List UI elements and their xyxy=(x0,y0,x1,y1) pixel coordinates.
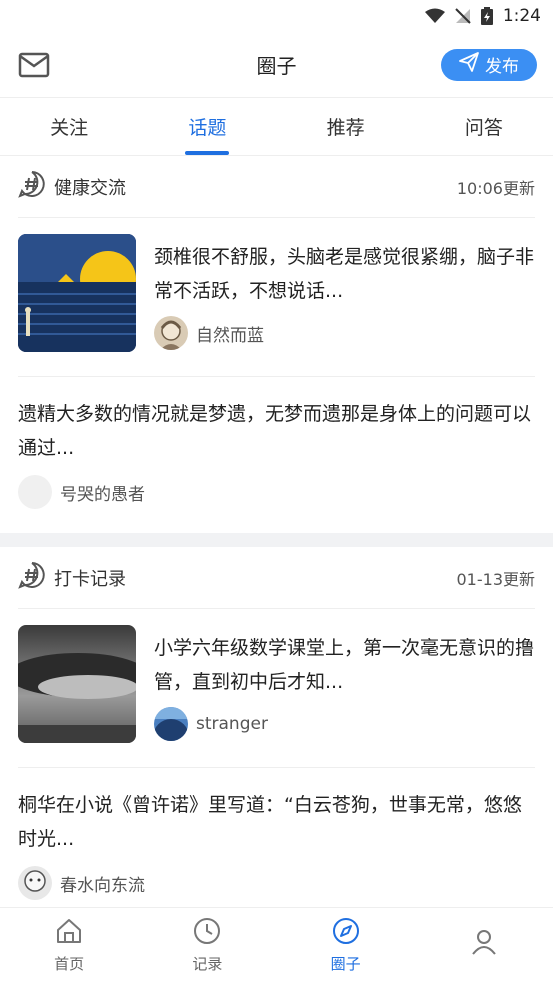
post-author[interactable]: 春水向东流 xyxy=(18,866,535,900)
avatar xyxy=(18,475,52,509)
author-name: 自然而蓝 xyxy=(196,325,264,346)
tab-label: 关注 xyxy=(50,117,89,139)
publish-label: 发布 xyxy=(485,57,519,77)
battery-icon xyxy=(480,7,493,25)
post-text: 遗精大多数的情况就是梦遗，无梦而遗那是身体上的问题可以通过... xyxy=(18,403,532,459)
nav-label: 圈子 xyxy=(330,955,361,973)
post-card[interactable]: 桐华在小说《曾许诺》里写道：“白云苍狗，世事无常，悠悠时光... 春水向东流 xyxy=(18,768,535,914)
avatar xyxy=(154,707,188,741)
tab-label: 问答 xyxy=(464,117,503,139)
tab-follow[interactable]: 关注 xyxy=(0,98,138,155)
topic-header[interactable]: 打卡记录 01-13更新 xyxy=(18,547,535,609)
post-thumbnail xyxy=(18,625,136,743)
user-icon xyxy=(470,928,498,960)
hashtag-icon xyxy=(18,561,46,594)
topic-section: 打卡记录 01-13更新 小学六年级数学课堂上，第一次毫无意识的撸管，直到初中后… xyxy=(0,547,553,914)
wifi-icon xyxy=(424,8,445,24)
topic-updated-time: 10:06更新 xyxy=(456,178,535,198)
nav-profile[interactable] xyxy=(415,908,553,983)
post-text: 桐华在小说《曾许诺》里写道：“白云苍狗，世事无常，悠悠时光... xyxy=(18,794,522,850)
post-text: 颈椎很不舒服，头脑老是感觉很紧绷，脑子非常不活跃，不想说话... xyxy=(154,246,535,302)
topic-section: 健康交流 10:06更新 颈椎很不舒服，头脑老是感觉很紧绷，脑子非常不活跃，不想… xyxy=(0,156,553,523)
bottom-nav: 首页 记录 圈子 xyxy=(0,907,553,983)
avatar xyxy=(18,866,52,900)
post-card[interactable]: 遗精大多数的情况就是梦遗，无梦而遗那是身体上的问题可以通过... 号哭的愚者 xyxy=(18,377,535,523)
status-bar: 1:24 xyxy=(0,0,553,32)
tab-label: 话题 xyxy=(188,117,227,139)
post-author[interactable]: 号哭的愚者 xyxy=(18,475,535,509)
tab-qa[interactable]: 问答 xyxy=(415,98,553,155)
no-signal-icon xyxy=(455,8,471,24)
nav-label: 首页 xyxy=(54,955,85,973)
author-name: 春水向东流 xyxy=(60,875,145,896)
nav-label: 记录 xyxy=(192,955,223,973)
post-author[interactable]: stranger xyxy=(154,707,535,741)
topic-title: 打卡记录 xyxy=(54,568,126,590)
nav-home[interactable]: 首页 xyxy=(0,908,138,983)
compass-icon xyxy=(332,917,360,949)
tab-topics[interactable]: 话题 xyxy=(138,98,276,155)
post-text: 小学六年级数学课堂上，第一次毫无意识的撸管，直到初中后才知... xyxy=(154,637,535,693)
post-author[interactable]: 自然而蓝 xyxy=(154,316,535,350)
top-header: 圈子 发布 xyxy=(0,32,553,98)
mail-icon[interactable] xyxy=(18,52,50,78)
nav-circle[interactable]: 圈子 xyxy=(277,908,415,983)
section-divider xyxy=(0,533,553,547)
tab-label: 推荐 xyxy=(326,117,365,139)
tab-recommend[interactable]: 推荐 xyxy=(277,98,415,155)
topic-updated-time: 01-13更新 xyxy=(456,569,536,589)
post-card[interactable]: 小学六年级数学课堂上，第一次毫无意识的撸管，直到初中后才知... strange… xyxy=(18,609,535,768)
author-name: stranger xyxy=(196,714,268,734)
topic-title: 健康交流 xyxy=(54,177,126,199)
avatar xyxy=(154,316,188,350)
clock: 1:24 xyxy=(502,6,541,26)
hashtag-icon xyxy=(18,170,46,203)
post-thumbnail xyxy=(18,234,136,352)
publish-button[interactable]: 发布 xyxy=(441,48,537,81)
tab-bar: 关注 话题 推荐 问答 xyxy=(0,98,553,156)
active-tab-indicator xyxy=(185,151,230,155)
topic-header[interactable]: 健康交流 10:06更新 xyxy=(18,156,535,218)
clock-icon xyxy=(193,917,221,949)
author-name: 号哭的愚者 xyxy=(60,484,145,505)
send-icon xyxy=(459,52,479,77)
home-icon xyxy=(55,917,83,949)
post-card[interactable]: 颈椎很不舒服，头脑老是感觉很紧绷，脑子非常不活跃，不想说话... 自然而蓝 xyxy=(18,218,535,377)
nav-records[interactable]: 记录 xyxy=(138,908,276,983)
